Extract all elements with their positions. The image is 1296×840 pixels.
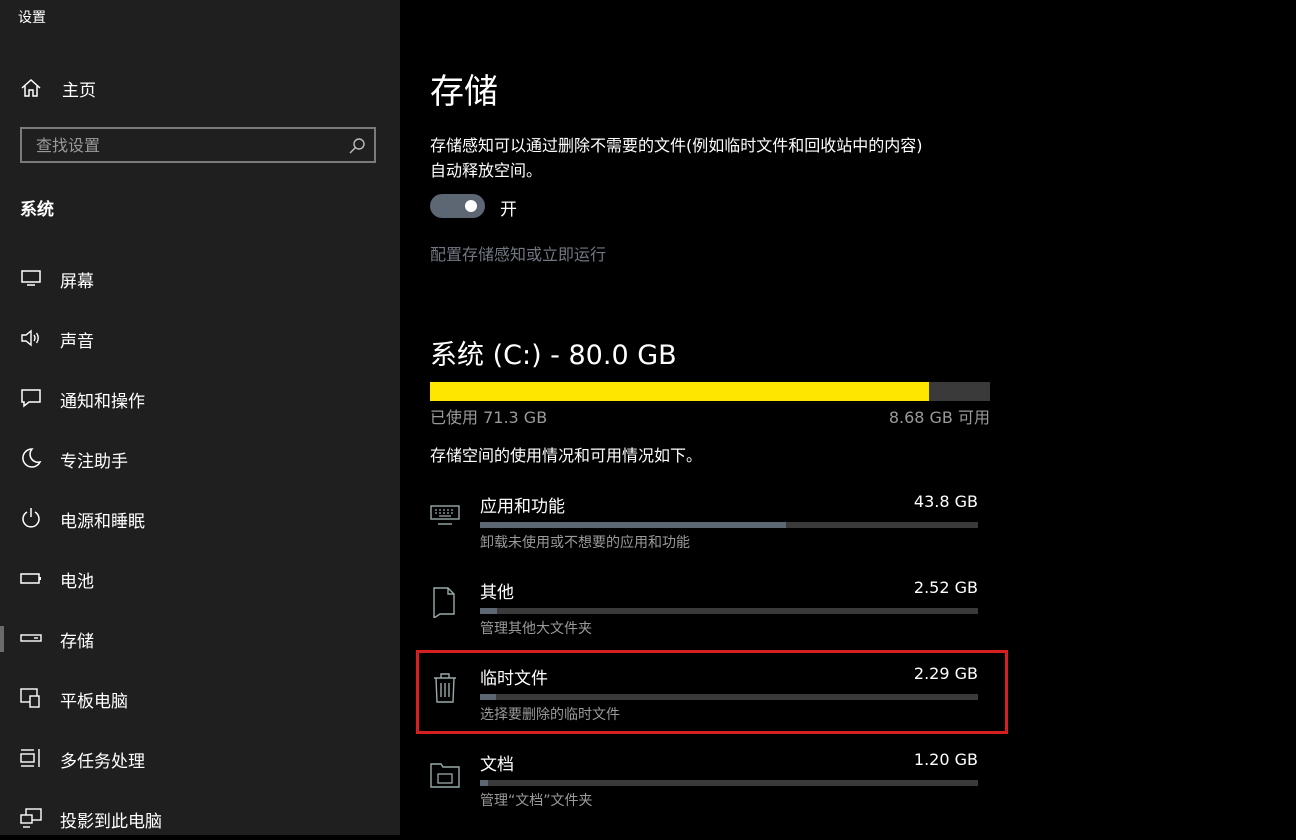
selection-indicator	[0, 626, 4, 652]
project-icon	[20, 808, 42, 828]
category-other[interactable]: 其他 2.52 GB 管理其他大文件夹	[430, 578, 990, 658]
battery-icon	[20, 573, 41, 584]
page-title: 存储	[430, 72, 498, 112]
category-bar-fill	[480, 522, 787, 528]
usage-summary: 存储空间的使用情况和可用情况如下。	[430, 446, 703, 465]
sidebar-item-project[interactable]: 投影到此电脑	[0, 796, 400, 840]
sidebar-item-home[interactable]: 主页	[20, 76, 96, 101]
sidebar-item-storage[interactable]: 存储	[0, 616, 400, 660]
sidebar-item-focus-assist[interactable]: 专注助手	[0, 436, 400, 480]
category-subtitle: 卸载未使用或不想要的应用和功能	[480, 535, 690, 551]
category-documents[interactable]: 文档 1.20 GB 管理“文档”文件夹	[430, 750, 990, 830]
drive-usage-bar	[430, 382, 990, 401]
category-size: 2.52 GB	[913, 578, 978, 597]
drive-title: 系统 (C:) - 80.0 GB	[430, 340, 677, 371]
sidebar-item-label: 投影到此电脑	[60, 812, 162, 832]
storage-sense-description: 存储感知可以通过删除不需要的文件(例如临时文件和回收站中的内容) 自动释放空间。	[430, 133, 990, 183]
sidebar-item-label: 电池	[60, 572, 94, 592]
configure-storage-sense-link[interactable]: 配置存储感知或立即运行	[430, 241, 606, 265]
description-line: 自动释放空间。	[430, 161, 543, 180]
tablet-icon	[20, 688, 40, 708]
category-size: 43.8 GB	[913, 492, 978, 511]
drive-usage-fill	[430, 382, 930, 401]
category-apps[interactable]: 应用和功能 43.8 GB 卸载未使用或不想要的应用和功能	[430, 492, 990, 572]
speaker-icon	[21, 329, 39, 347]
category-bar-fill	[480, 780, 489, 786]
storage-sense-toggle[interactable]	[430, 194, 485, 218]
sidebar-item-label: 屏幕	[60, 272, 94, 292]
sidebar-item-multitasking[interactable]: 多任务处理	[0, 736, 400, 780]
section-title: 系统	[20, 200, 54, 220]
document-icon	[433, 587, 455, 618]
keyboard-icon	[430, 505, 460, 525]
category-name: 文档	[480, 755, 514, 775]
category-bar-fill	[480, 608, 498, 614]
search-icon[interactable]	[348, 137, 366, 155]
category-bar	[480, 522, 978, 528]
sidebar-item-notifications[interactable]: 通知和操作	[0, 376, 400, 420]
home-icon	[21, 78, 41, 97]
toggle-state-label: 开	[500, 200, 517, 220]
category-subtitle: 管理“文档”文件夹	[480, 793, 593, 809]
drive-free-label: 8.68 GB 可用	[888, 408, 990, 427]
sidebar-item-battery[interactable]: 电池	[0, 556, 400, 600]
power-icon	[22, 508, 40, 528]
sidebar-item-label: 通知和操作	[60, 392, 145, 412]
storage-icon	[20, 634, 42, 642]
description-line: 存储感知可以通过删除不需要的文件(例如临时文件和回收站中的内容)	[430, 136, 923, 155]
multitask-icon	[20, 749, 40, 767]
sidebar-item-tablet[interactable]: 平板电脑	[0, 676, 400, 720]
sidebar-item-sound[interactable]: 声音	[0, 316, 400, 360]
sidebar-item-label: 声音	[60, 332, 94, 352]
category-bar	[480, 608, 978, 614]
home-label: 主页	[62, 80, 96, 101]
category-name: 其他	[480, 583, 514, 603]
notification-icon	[21, 389, 41, 408]
sidebar-item-display[interactable]: 屏幕	[0, 256, 400, 300]
category-bar	[480, 780, 978, 786]
sidebar: 设置 主页 系统 屏幕 声音 通知和操作	[0, 0, 400, 835]
sidebar-item-label: 存储	[60, 632, 94, 652]
window-title: 设置	[18, 10, 46, 26]
category-subtitle: 管理其他大文件夹	[480, 621, 592, 637]
sidebar-item-label: 专注助手	[60, 452, 128, 472]
search-input[interactable]	[22, 129, 342, 161]
drive-used-label: 已使用 71.3 GB	[430, 408, 548, 427]
sidebar-item-label: 多任务处理	[60, 752, 145, 772]
category-size: 1.20 GB	[913, 750, 978, 769]
moon-icon	[22, 448, 42, 468]
toggle-knob	[465, 200, 477, 212]
folder-icon	[430, 763, 460, 788]
sidebar-item-label: 电源和睡眠	[60, 512, 145, 532]
sidebar-item-power[interactable]: 电源和睡眠	[0, 496, 400, 540]
highlight-box	[416, 650, 1008, 734]
category-name: 应用和功能	[480, 497, 565, 517]
monitor-icon	[21, 270, 41, 286]
sidebar-item-label: 平板电脑	[60, 692, 128, 712]
search-box[interactable]	[20, 127, 376, 163]
